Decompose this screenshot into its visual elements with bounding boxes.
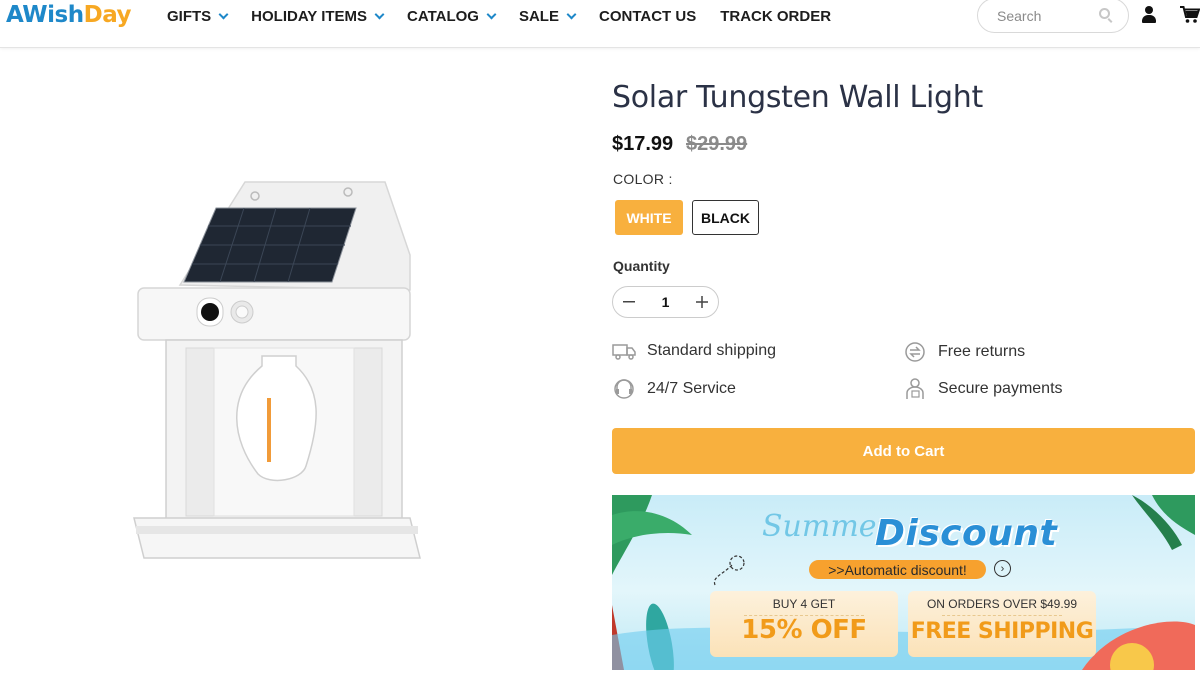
increment-button[interactable] bbox=[686, 287, 718, 317]
offer-card-subtitle: ON ORDERS OVER $49.99 bbox=[926, 597, 1078, 611]
summer-discount-banner[interactable]: Summer Discount >>Automatic discount! › … bbox=[612, 495, 1195, 670]
site-header: AWishDay GIFTS HOLIDAY ITEMS CATALOG SAL… bbox=[0, 0, 1200, 48]
product-title: Solar Tungsten Wall Light bbox=[612, 80, 983, 115]
offer-card-value: 15% OFF bbox=[741, 615, 867, 645]
banner-headline: Discount bbox=[875, 513, 1058, 554]
color-label: COLOR : bbox=[613, 171, 673, 187]
nav-gifts-label: GIFTS bbox=[167, 7, 212, 25]
sale-price: $17.99 bbox=[612, 133, 674, 155]
color-option-black[interactable]: BLACK bbox=[692, 200, 759, 235]
nav-track-order-label: TRACK ORDER bbox=[720, 7, 832, 25]
nav-catalog[interactable]: CATALOG bbox=[407, 7, 497, 25]
quantity-value[interactable]: 1 bbox=[645, 294, 686, 310]
search-box bbox=[977, 0, 1129, 33]
chevron-down-icon bbox=[374, 9, 385, 19]
headset-icon bbox=[614, 379, 634, 399]
offer-card-15-off: BUY 4 GET 15% OFF bbox=[710, 591, 898, 657]
quantity-stepper: 1 bbox=[612, 286, 719, 318]
decrement-button[interactable] bbox=[613, 287, 645, 317]
product-image[interactable] bbox=[120, 170, 440, 570]
color-option-white[interactable]: WHITE bbox=[615, 200, 683, 235]
chevron-down-icon bbox=[486, 9, 497, 19]
user-icon[interactable] bbox=[1141, 6, 1157, 24]
minus-icon bbox=[623, 301, 635, 303]
nav-contact-us-label: CONTACT US bbox=[598, 7, 697, 25]
automatic-discount-pill: >>Automatic discount! bbox=[809, 560, 986, 579]
logo-part-wish: Wish bbox=[22, 2, 84, 28]
plus-icon bbox=[696, 296, 708, 308]
quantity-label: Quantity bbox=[613, 258, 670, 274]
nav-track-order[interactable]: TRACK ORDER bbox=[720, 7, 831, 25]
compare-price: $29.99 bbox=[686, 133, 748, 155]
nav-gifts[interactable]: GIFTS bbox=[167, 7, 229, 25]
feature-label: Free returns bbox=[938, 343, 1026, 360]
cart-icon[interactable] bbox=[1180, 6, 1200, 24]
logo[interactable]: AWishDay bbox=[6, 2, 132, 32]
feature-24-7-service: 24/7 Service bbox=[612, 377, 736, 401]
nav-contact-us[interactable]: CONTACT US bbox=[599, 7, 696, 25]
arrow-right-icon: › bbox=[994, 560, 1011, 577]
add-to-cart-button[interactable]: Add to Cart bbox=[612, 428, 1195, 474]
nav-holiday-items[interactable]: HOLIDAY ITEMS bbox=[251, 7, 385, 25]
truck-icon bbox=[612, 344, 636, 360]
offer-card-subtitle: BUY 4 GET bbox=[772, 597, 836, 611]
search-icon[interactable] bbox=[1099, 8, 1110, 19]
feature-free-returns: Free returns bbox=[903, 341, 1025, 363]
nav-catalog-label: CATALOG bbox=[407, 7, 479, 25]
nav-holiday-items-label: HOLIDAY ITEMS bbox=[251, 7, 368, 25]
divider bbox=[942, 615, 1062, 616]
feature-label: 24/7 Service bbox=[647, 380, 736, 397]
search-input[interactable] bbox=[997, 0, 1107, 32]
returns-icon bbox=[905, 342, 925, 362]
feature-secure-payments: Secure payments bbox=[903, 377, 1063, 401]
banner-script-text: Summer bbox=[762, 509, 891, 544]
feature-label: Standard shipping bbox=[647, 342, 776, 359]
chevron-down-icon bbox=[218, 9, 229, 19]
secure-payment-icon bbox=[906, 378, 924, 399]
offer-card-free-shipping: ON ORDERS OVER $49.99 FREE SHIPPING bbox=[908, 591, 1096, 657]
logo-part-a: A bbox=[6, 2, 23, 28]
main-nav: GIFTS HOLIDAY ITEMS CATALOG SALE CONTACT… bbox=[167, 7, 855, 25]
chevron-down-icon bbox=[566, 9, 577, 19]
nav-sale-label: SALE bbox=[518, 7, 559, 25]
nav-sale[interactable]: SALE bbox=[518, 7, 577, 25]
logo-part-day: Day bbox=[83, 2, 132, 28]
feature-standard-shipping: Standard shipping bbox=[612, 341, 776, 361]
offer-card-value: FREE SHIPPING bbox=[910, 619, 1094, 644]
feature-label: Secure payments bbox=[938, 380, 1063, 397]
